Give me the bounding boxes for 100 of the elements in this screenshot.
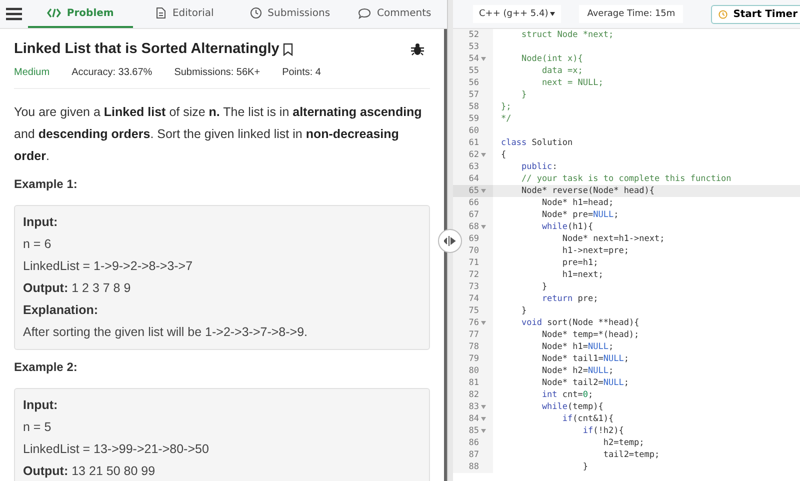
- code-line: public:: [520, 161, 558, 173]
- code-line: while(h1){: [540, 221, 594, 233]
- chat-icon: [358, 8, 372, 18]
- code-icon: [46, 8, 61, 18]
- resize-handle[interactable]: [438, 229, 462, 253]
- line-number: 76: [468, 317, 479, 329]
- tab[interactable]: Submissions: [238, 0, 342, 28]
- tab[interactable]: Editorial: [132, 0, 238, 28]
- start-timer-button[interactable]: Start Timer: [711, 4, 800, 24]
- tab[interactable]: Problem: [28, 0, 133, 28]
- code-line: next = NULL;: [540, 77, 604, 89]
- menu-icon[interactable]: [6, 7, 22, 21]
- line-number: 55: [468, 65, 479, 77]
- fold-caret-icon[interactable]: [480, 153, 486, 157]
- code-line: }: [582, 461, 588, 473]
- code-line: Node* temp=*(head);: [540, 329, 640, 341]
- line-number: 53: [468, 41, 479, 53]
- line-number: 75: [468, 305, 479, 317]
- line-number: 62: [468, 149, 479, 161]
- bug-icon[interactable]: [411, 42, 424, 56]
- line-number: 68: [468, 221, 479, 233]
- fold-caret-icon[interactable]: [480, 225, 486, 229]
- line-number: 84: [468, 413, 479, 425]
- code-line: Node* reverse(Node* head){: [520, 185, 655, 197]
- code-line: Node(int x){: [520, 53, 583, 65]
- code-line: h1->next=pre;: [561, 245, 629, 257]
- line-number: 72: [468, 269, 479, 281]
- code-line: while(temp){: [540, 401, 604, 413]
- document-icon: [156, 7, 166, 19]
- code-line: Node* h1=head;: [540, 197, 614, 209]
- accuracy-text: Accuracy: 33.67%: [72, 67, 152, 78]
- example-line: n = 6: [23, 236, 52, 253]
- fold-caret-icon[interactable]: [480, 417, 486, 421]
- example-line: After sorting the given list will be 1->2->3->7->8->9.: [23, 324, 309, 341]
- problem-title: Linked List that is Sorted Alternatingly: [14, 41, 280, 57]
- line-number: 59: [468, 113, 479, 125]
- alarm-icon: [718, 9, 728, 19]
- line-number: 82: [468, 389, 479, 401]
- line-number: 83: [468, 401, 479, 413]
- line-number: 87: [468, 449, 479, 461]
- line-number: 60: [468, 125, 479, 137]
- example-line: Output: 13 21 50 80 99: [23, 463, 156, 480]
- code-line: Node* tail2=NULL;: [540, 377, 629, 389]
- fold-caret-icon[interactable]: [480, 429, 486, 433]
- line-number: 74: [468, 293, 479, 305]
- example-heading: Example 2:: [14, 360, 78, 374]
- fold-caret-icon[interactable]: [480, 57, 486, 61]
- line-number: 67: [468, 209, 479, 221]
- line-number: 81: [468, 377, 479, 389]
- code-line: Node* tail1=NULL;: [540, 353, 629, 365]
- code-line: pre=h1;: [561, 257, 598, 269]
- line-number: 80: [468, 365, 479, 377]
- example-heading: Example 1:: [14, 177, 78, 191]
- difficulty-label: Medium: [14, 67, 50, 78]
- tab[interactable]: Comments: [342, 0, 447, 28]
- fold-caret-icon[interactable]: [480, 189, 486, 193]
- line-number: 79: [468, 353, 479, 365]
- fold-caret-icon[interactable]: [480, 405, 486, 409]
- line-number: 70: [468, 245, 479, 257]
- line-number: 63: [468, 161, 479, 173]
- example-line: n = 5: [23, 419, 52, 436]
- line-number: 73: [468, 281, 479, 293]
- example-line: LinkedList = 13->99->21->80->50: [23, 441, 210, 458]
- code-line: }: [520, 305, 527, 317]
- code-line: data =x;: [540, 65, 583, 77]
- line-number: 52: [468, 29, 479, 41]
- line-number: 54: [468, 53, 479, 65]
- code-line: {: [500, 149, 506, 161]
- example-line: Input:: [23, 214, 59, 231]
- line-number: 71: [468, 257, 479, 269]
- example-line: LinkedList = 1->9->2->8->3->7: [23, 258, 194, 275]
- code-line: Node* pre=NULL;: [540, 209, 619, 221]
- code-line: return pre;: [540, 293, 598, 305]
- code-line: // your task is to complete this function: [520, 173, 732, 185]
- points-text: Points: 4: [282, 67, 321, 78]
- line-number: 85: [468, 425, 479, 437]
- code-line: */: [500, 113, 512, 125]
- language-dropdown[interactable]: C++ (g++ 5.4): [473, 5, 562, 23]
- code-line: }: [540, 281, 548, 293]
- line-number: 61: [468, 137, 479, 149]
- code-line: class Solution: [500, 137, 573, 149]
- bookmark-icon[interactable]: [283, 42, 294, 56]
- code-line: h2=temp;: [602, 437, 644, 449]
- line-number: 56: [468, 77, 479, 89]
- code-line: Node* h1=NULL;: [540, 341, 614, 353]
- code-line: tail2=temp;: [602, 449, 660, 461]
- line-number: 66: [468, 197, 479, 209]
- line-number: 65: [468, 185, 479, 197]
- code-line: int cnt=0;: [540, 389, 594, 401]
- example-line: Output: 1 2 3 7 8 9: [23, 280, 132, 297]
- line-number: 78: [468, 341, 479, 353]
- code-line: h1=next;: [561, 269, 604, 281]
- fold-caret-icon[interactable]: [480, 321, 486, 325]
- line-number: 64: [468, 173, 479, 185]
- line-number: 58: [468, 101, 479, 113]
- example-line: Explanation:: [23, 302, 100, 319]
- code-line: Node* next=h1->next;: [561, 233, 665, 245]
- code-line: if(!h2){: [582, 425, 624, 437]
- caret-icon: [550, 12, 556, 16]
- average-time: Average Time: 15m: [579, 5, 684, 23]
